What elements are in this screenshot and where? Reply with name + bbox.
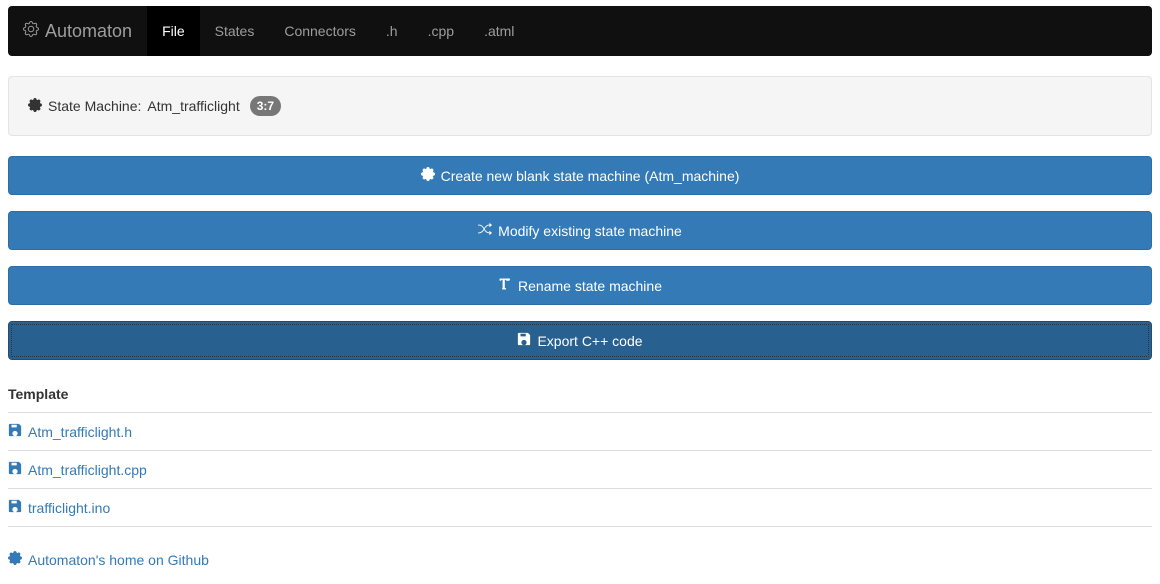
save-icon xyxy=(517,332,531,349)
nav-label: File xyxy=(162,23,185,39)
nav-label: States xyxy=(215,23,255,39)
well-name: Atm_trafficlight xyxy=(147,98,239,114)
nav-item-atml[interactable]: .atml xyxy=(469,6,529,56)
gear-icon xyxy=(421,167,435,184)
template-item: Atm_trafficlight.cpp xyxy=(8,451,1152,489)
github-link-label: Automaton's home on Github xyxy=(28,552,209,568)
navbar-brand[interactable]: Automaton xyxy=(8,6,147,56)
modify-button[interactable]: Modify existing state machine xyxy=(8,211,1152,250)
template-link-ino[interactable]: trafficlight.ino xyxy=(8,499,110,516)
nav-item-h[interactable]: .h xyxy=(371,6,413,56)
nav-label: .h xyxy=(386,23,398,39)
save-icon xyxy=(8,461,22,478)
nav-item-cpp[interactable]: .cpp xyxy=(413,6,469,56)
navbar-brand-label: Automaton xyxy=(45,21,132,42)
save-icon xyxy=(8,423,22,440)
save-icon xyxy=(8,499,22,516)
template-item: Atm_trafficlight.h xyxy=(8,413,1152,451)
text-icon xyxy=(498,277,512,294)
github-link[interactable]: Automaton's home on Github xyxy=(8,547,209,584)
nav-label: .atml xyxy=(484,23,514,39)
rename-button[interactable]: Rename state machine xyxy=(8,266,1152,305)
nav-item-file[interactable]: File xyxy=(147,6,200,56)
rename-button-label: Rename state machine xyxy=(518,278,662,294)
create-button[interactable]: Create new blank state machine (Atm_mach… xyxy=(8,156,1152,195)
modify-button-label: Modify existing state machine xyxy=(498,223,682,239)
create-button-label: Create new blank state machine (Atm_mach… xyxy=(441,168,740,184)
export-button[interactable]: Export C++ code xyxy=(8,321,1152,360)
template-item: trafficlight.ino xyxy=(8,489,1152,527)
template-label: trafficlight.ino xyxy=(28,500,110,516)
export-button-label: Export C++ code xyxy=(537,333,642,349)
state-machine-well: State Machine: Atm_trafficlight 3:7 xyxy=(8,76,1152,136)
well-prefix: State Machine: xyxy=(48,98,141,114)
navbar-nav: File States Connectors .h .cpp .atml xyxy=(147,6,529,56)
gear-icon xyxy=(28,98,42,115)
template-header: Template xyxy=(8,376,1152,413)
nav-label: Connectors xyxy=(284,23,356,39)
nav-item-states[interactable]: States xyxy=(200,6,270,56)
shuffle-icon xyxy=(478,222,492,239)
nav-label: .cpp xyxy=(428,23,454,39)
gear-icon xyxy=(23,21,39,42)
nav-item-connectors[interactable]: Connectors xyxy=(269,6,371,56)
well-badge: 3:7 xyxy=(250,96,281,116)
template-link-cpp[interactable]: Atm_trafficlight.cpp xyxy=(8,461,147,478)
template-list: Template Atm_trafficlight.h Atm_trafficl… xyxy=(8,376,1152,527)
template-link-h[interactable]: Atm_trafficlight.h xyxy=(8,423,132,440)
gear-icon xyxy=(8,551,22,568)
navbar: Automaton File States Connectors .h .cpp… xyxy=(8,6,1152,56)
template-label: Atm_trafficlight.h xyxy=(28,424,132,440)
template-label: Atm_trafficlight.cpp xyxy=(28,462,147,478)
